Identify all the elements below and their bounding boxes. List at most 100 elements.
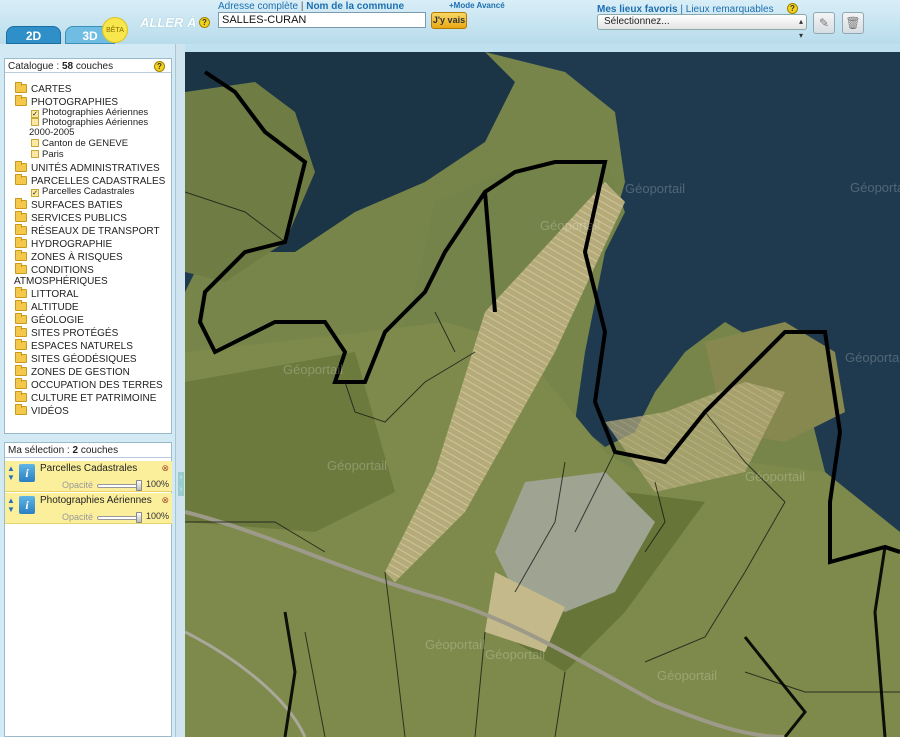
folder-icon bbox=[15, 224, 27, 235]
catalog-label: Catalogue : bbox=[8, 61, 62, 72]
checkbox-checked[interactable]: ✓ bbox=[31, 110, 39, 118]
sidebar: Catalogue : 58 couches ? CARTES PHOTOGRA… bbox=[0, 44, 185, 737]
panel-splitter[interactable]: › › bbox=[175, 44, 185, 737]
catalog-folder-espaces[interactable]: ESPACES NATURELS bbox=[15, 339, 133, 352]
selection-label: Ma sélection : bbox=[8, 445, 73, 456]
catalog-layer-paris[interactable]: Paris bbox=[31, 150, 64, 160]
map-view[interactable]: Géoportail Géoportail Géoportail Géoport… bbox=[185, 52, 900, 737]
catalog-panel: Catalogue : 58 couches ? CARTES PHOTOGRA… bbox=[4, 58, 172, 434]
catalog-folder-surfaces[interactable]: SURFACES BATIES bbox=[15, 198, 123, 211]
checkbox-checked[interactable]: ✓ bbox=[31, 189, 39, 197]
layer-label: Canton de GENEVE bbox=[42, 138, 129, 149]
catalog-folder-label: ZONES DE GESTION bbox=[31, 367, 130, 378]
tab-2d[interactable]: 2D bbox=[6, 26, 61, 44]
opacity-slider-handle[interactable] bbox=[136, 480, 142, 491]
catalog-folder-label: OCCUPATION DES TERRES bbox=[31, 380, 163, 391]
catalog-unit: couches bbox=[73, 61, 114, 72]
catalog-folder-label: LITTORAL bbox=[31, 289, 79, 300]
catalog-folder-videos[interactable]: VIDÉOS bbox=[15, 404, 69, 417]
search-mode-switch: Adresse complète | Nom de la commune bbox=[218, 1, 404, 12]
catalog-folder-label: CARTES bbox=[31, 84, 72, 95]
catalog-folder-label: ATMOSPHÉRIQUES bbox=[14, 276, 108, 287]
folder-icon bbox=[15, 352, 27, 363]
catalog-count: 58 bbox=[61, 61, 74, 72]
folder-icon bbox=[15, 313, 27, 324]
remove-layer-icon[interactable]: ⊗ bbox=[161, 495, 169, 506]
catalog-folder-label: VIDÉOS bbox=[31, 406, 69, 417]
catalog-folder-label: SERVICES PUBLICS bbox=[31, 213, 127, 224]
catalog-folder-conditions[interactable]: CONDITIONS bbox=[15, 263, 94, 276]
catalog-folder-conditions-cont: ATMOSPHÉRIQUES bbox=[14, 276, 108, 287]
catalog-folder-risques[interactable]: ZONES À RISQUES bbox=[15, 250, 123, 263]
catalog-folder-label: ZONES À RISQUES bbox=[31, 252, 123, 263]
catalog-folder-geodesiques[interactable]: SITES GÉODÉSIQUES bbox=[15, 352, 137, 365]
reorder-arrows-icon[interactable]: ▲ ▼ bbox=[7, 464, 15, 482]
go-button[interactable]: J'y vais bbox=[431, 12, 467, 29]
reorder-arrows-icon[interactable]: ▲ ▼ bbox=[7, 496, 15, 514]
watermark: Géoportail bbox=[745, 469, 805, 484]
catalog-folder-sites-proteges[interactable]: SITES PROTÉGÉS bbox=[15, 326, 118, 339]
places-help-icon[interactable]: ? bbox=[787, 3, 798, 14]
selection-header: Ma sélection : 2 couches bbox=[5, 443, 171, 458]
catalog-folder-geologie[interactable]: GÉOLOGIE bbox=[15, 313, 84, 326]
catalog-folder-altitude[interactable]: ALTITUDE bbox=[15, 300, 79, 313]
places-select[interactable]: Sélectionnez... ▴ ▾ bbox=[597, 14, 807, 40]
catalog-folder-littoral[interactable]: LITTORAL bbox=[15, 287, 79, 300]
catalog-layer-geneve[interactable]: Canton de GENEVE bbox=[31, 139, 128, 149]
catalog-help-icon[interactable]: ? bbox=[154, 61, 165, 72]
catalog-folder-label: HYDROGRAPHIE bbox=[31, 239, 113, 250]
layer-label: Parcelles Cadastrales bbox=[42, 186, 135, 197]
folder-icon bbox=[15, 237, 27, 248]
layer-label: 2000-2005 bbox=[29, 127, 75, 138]
catalog-folder-label: SITES GÉODÉSIQUES bbox=[31, 354, 137, 365]
folder-icon bbox=[15, 365, 27, 376]
catalog-folder-services[interactable]: SERVICES PUBLICS bbox=[15, 211, 127, 224]
catalog-folder-gestion[interactable]: ZONES DE GESTION bbox=[15, 365, 130, 378]
opacity-slider-track[interactable] bbox=[97, 516, 141, 520]
catalog-folder-hydro[interactable]: HYDROGRAPHIE bbox=[15, 237, 113, 250]
folder-icon bbox=[15, 326, 27, 337]
mode-separator: | bbox=[300, 1, 304, 12]
collapse-arrows-icon[interactable]: › › bbox=[178, 472, 184, 496]
beta-badge: BÊTA bbox=[102, 17, 128, 43]
mode-full-address-link[interactable]: Adresse complète bbox=[218, 1, 298, 12]
selection-panel: Ma sélection : 2 couches ▲ ▼ i Parcelles … bbox=[4, 442, 172, 737]
catalog-folder-culture[interactable]: CULTURE ET PATRIMOINE bbox=[15, 391, 156, 404]
help-icon[interactable]: ? bbox=[199, 17, 210, 28]
catalog-folder-label: UNITÉS ADMINISTRATIVES bbox=[31, 163, 160, 174]
selection-unit: couches bbox=[78, 445, 119, 456]
folder-icon bbox=[15, 300, 27, 311]
catalog-folder-cartes[interactable]: CARTES bbox=[15, 82, 72, 95]
watermark: Géoportail bbox=[540, 218, 600, 233]
places-select-value: Sélectionnez... bbox=[604, 16, 670, 27]
catalog-folder-label: GÉOLOGIE bbox=[31, 315, 84, 326]
remove-layer-icon[interactable]: ⊗ bbox=[161, 463, 169, 474]
catalog-folder-occupation[interactable]: OCCUPATION DES TERRES bbox=[15, 378, 163, 391]
opacity-label: Opacité bbox=[62, 480, 94, 490]
trash-tool-button[interactable]: 🗑 bbox=[842, 12, 864, 34]
opacity-value: 100% bbox=[146, 511, 170, 521]
catalog-folder-unites[interactable]: UNITÉS ADMINISTRATIVES bbox=[15, 161, 160, 174]
opacity-value: 100% bbox=[146, 479, 170, 489]
catalog-folder-reseaux[interactable]: RÉSEAUX DE TRANSPORT bbox=[15, 224, 160, 237]
selected-layer-name: Parcelles Cadastrales bbox=[40, 463, 138, 474]
opacity-slider-track[interactable] bbox=[97, 484, 141, 488]
selected-layer-cadastre[interactable]: ▲ ▼ i Parcelles Cadastrales ⊗ Opacité 100… bbox=[5, 461, 172, 492]
selected-layer-aerial[interactable]: ▲ ▼ i Photographies Aériennes ⊗ Opacité 1… bbox=[5, 493, 172, 524]
info-icon[interactable]: i bbox=[19, 464, 35, 482]
folder-icon bbox=[15, 250, 27, 261]
info-icon[interactable]: i bbox=[19, 496, 35, 514]
watermark: Géoportail bbox=[425, 637, 485, 652]
checkbox[interactable] bbox=[31, 150, 39, 158]
pin-tool-button[interactable]: ✎ bbox=[813, 12, 835, 34]
goto-label: ALLER À bbox=[140, 15, 197, 30]
aerial-map[interactable]: Géoportail Géoportail Géoportail Géoport… bbox=[185, 52, 900, 737]
mode-commune-link[interactable]: Nom de la commune bbox=[306, 1, 404, 12]
opacity-slider-handle[interactable] bbox=[136, 512, 142, 523]
advanced-mode-link[interactable]: +Mode Avancé bbox=[449, 1, 505, 10]
top-toolbar: 2D 3D BÊTA ALLER À ? Adresse complète | … bbox=[0, 0, 900, 44]
checkbox[interactable] bbox=[31, 139, 39, 147]
catalog-layer-cadastre[interactable]: ✓ Parcelles Cadastrales bbox=[31, 187, 134, 197]
search-input[interactable] bbox=[218, 12, 426, 28]
checkbox[interactable] bbox=[31, 118, 39, 126]
